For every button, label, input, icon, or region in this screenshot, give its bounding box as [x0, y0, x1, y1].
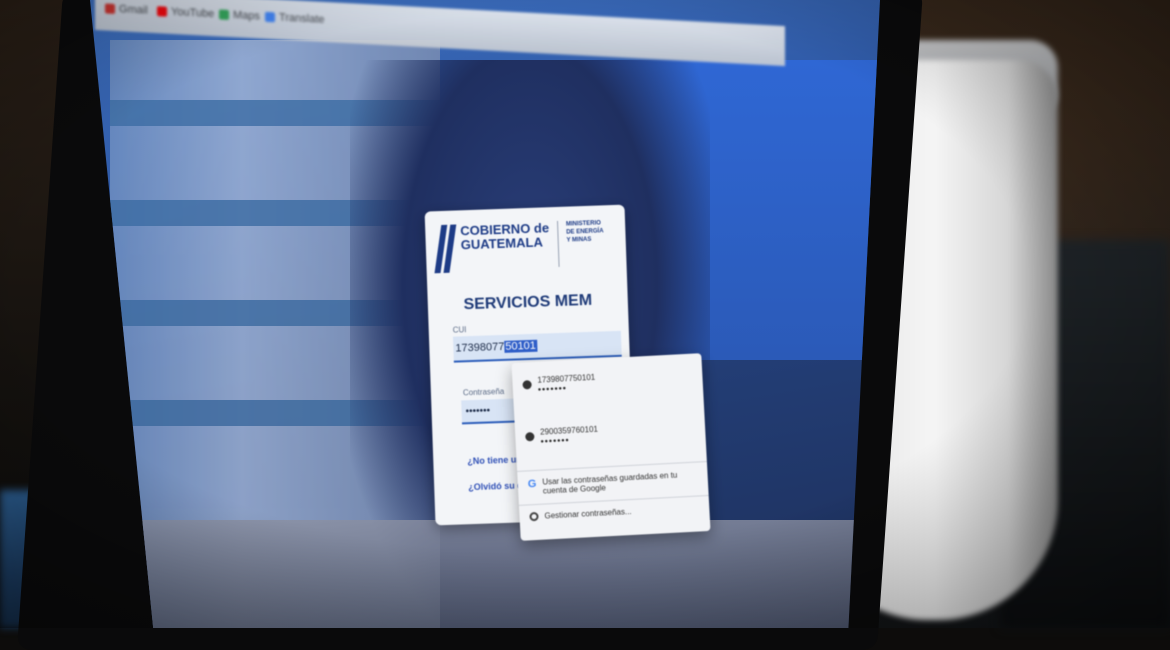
bookmark-gmail[interactable]: Gmail [105, 2, 148, 17]
google-passwords-option[interactable]: G Usar las contraseñas guardadas en tu c… [528, 469, 704, 496]
bookmark-label: Maps [233, 9, 260, 23]
password-label: Contraseña [462, 386, 505, 398]
autofill-entry-1[interactable]: 1739807750101 ••••••• [522, 373, 596, 396]
logo-line2: GUATEMALA [460, 234, 544, 253]
bookmark-maps[interactable]: Maps [219, 8, 260, 23]
autofill-password: ••••••• [540, 435, 570, 447]
bookmark-label: YouTube [171, 5, 215, 21]
google-option-label: Usar las contraseñas guardadas en tu cue… [542, 470, 678, 496]
bookmark-label: Gmail [119, 3, 148, 17]
gobierno-guatemala-logo: COBIERNO de GUATEMALA MINISTERIO DE ENER… [434, 219, 607, 274]
page-title: SERVICIOS MEM [463, 291, 593, 314]
manage-option-label: Gestionar contraseñas... [544, 507, 632, 521]
bookmark-label: Translate [279, 11, 325, 26]
translate-icon [265, 11, 275, 23]
autofill-entry-2[interactable]: 2900359760101 ••••••• [525, 425, 599, 448]
password-autofill-dropdown: 1739807750101 ••••••• 2900359760101 ••••… [511, 353, 711, 541]
cui-selected-text: 50101 [504, 339, 538, 353]
logo-bars-icon [434, 224, 457, 274]
google-icon: G [527, 477, 537, 491]
manage-passwords-option[interactable]: Gestionar contraseñas... [529, 507, 632, 522]
ground-wallpaper [90, 520, 880, 628]
key-icon [522, 380, 532, 390]
bookmark-youtube[interactable]: YouTube [157, 5, 214, 20]
ministry-name: MINISTERIO DE ENERGÍA Y MINAS [565, 220, 604, 244]
autofill-password: ••••••• [537, 383, 568, 395]
cui-value: 17398077 [455, 340, 505, 355]
gear-icon [529, 511, 539, 522]
key-icon [525, 432, 535, 442]
divider [518, 494, 709, 506]
maps-icon [219, 9, 229, 20]
logo-divider [556, 220, 560, 267]
bookmark-translate[interactable]: Translate [265, 11, 324, 26]
cui-label: CUI [452, 325, 467, 335]
password-value: ••••••• [465, 404, 491, 417]
youtube-icon [157, 6, 167, 17]
gmail-icon [105, 3, 115, 14]
